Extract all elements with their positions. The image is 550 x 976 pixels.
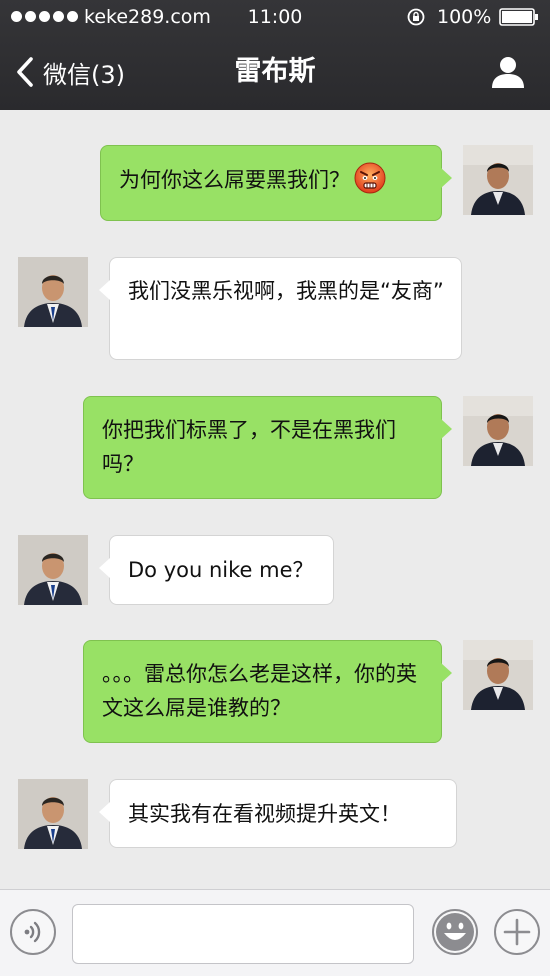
contact-photo [18, 779, 88, 849]
rotation-lock-icon [407, 8, 425, 26]
voice-input-button[interactable] [10, 909, 56, 955]
message-bubble-sent[interactable]: 。。。雷总你怎么老是这样，你的英文这么屌是谁教的？ [83, 640, 452, 743]
battery-icon [499, 8, 538, 26]
status-bar: keke289.com 11:00 100% [0, 0, 550, 34]
message-text: 你把我们标黑了，不是在黑我们吗？ [102, 418, 396, 476]
more-options-button[interactable] [494, 909, 540, 955]
message-text: 。。。雷总你怎么老是这样，你的英文这么屌是谁教的？ [102, 662, 417, 720]
message-bubble-received[interactable]: Do you nike me？ [99, 535, 334, 605]
navigation-bar: 微信(3) 雷布斯 [0, 34, 550, 110]
message-bubble-received[interactable]: 我们没黑乐视啊，我黑的是“友商” [99, 257, 462, 360]
message-bubble-sent[interactable]: 你把我们标黑了，不是在黑我们吗？ [83, 396, 452, 499]
plus-icon [503, 918, 531, 946]
avatar-sender[interactable] [463, 640, 533, 710]
smiley-icon [436, 913, 474, 951]
battery-percentage: 100% [437, 6, 492, 28]
voice-icon [24, 921, 41, 943]
sender-photo [463, 640, 533, 710]
avatar-contact[interactable] [18, 535, 88, 605]
avatar-sender[interactable] [463, 145, 533, 215]
contact-profile-button[interactable] [490, 54, 526, 90]
input-bar [0, 889, 550, 976]
avatar-sender[interactable] [463, 396, 533, 466]
sender-photo [463, 145, 533, 215]
avatar-contact[interactable] [18, 779, 88, 849]
sender-photo [463, 396, 533, 466]
message-text: Do you nike me？ [128, 558, 314, 582]
message-text: 为何你这么屌要黑我们？ [119, 168, 350, 192]
angry-face-emoji [354, 162, 386, 194]
message-input[interactable] [72, 904, 414, 964]
chat-title: 雷布斯 [234, 56, 316, 87]
emoji-button[interactable] [432, 909, 478, 955]
contact-photo [18, 257, 88, 327]
contact-photo [18, 535, 88, 605]
message-text: 其实我有在看视频提升英文！ [128, 802, 401, 826]
top-bar: keke289.com 11:00 100% 微信(3) 雷布斯 [0, 0, 550, 110]
message-bubble-received[interactable]: 其实我有在看视频提升英文！ [99, 779, 457, 848]
avatar-contact[interactable] [18, 257, 88, 327]
message-text: 我们没黑乐视啊，我黑的是“友商” [128, 279, 444, 303]
message-bubble-sent[interactable]: 为何你这么屌要黑我们？ [100, 145, 452, 221]
